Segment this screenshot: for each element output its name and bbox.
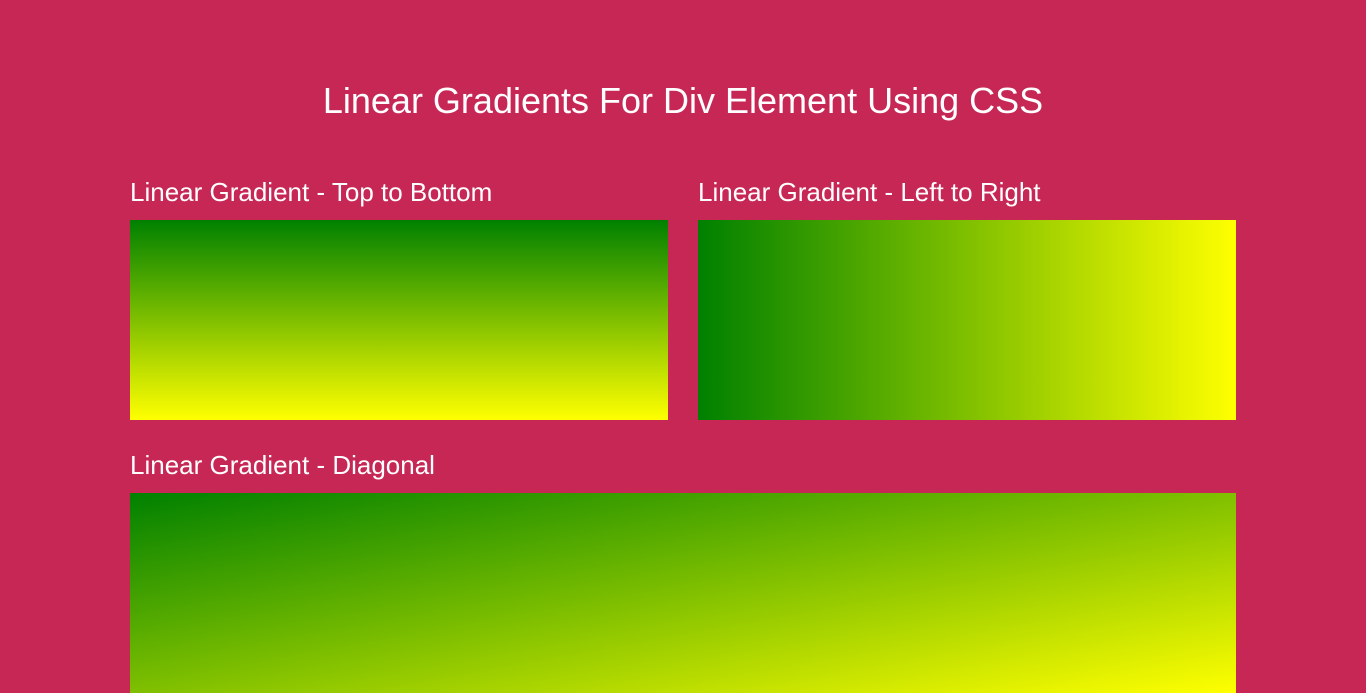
gradient-box-top-bottom	[130, 220, 668, 420]
gradient-box-diagonal	[130, 493, 1236, 693]
card-diagonal: Linear Gradient - Diagonal	[130, 450, 1236, 693]
page-title: Linear Gradients For Div Element Using C…	[130, 0, 1236, 177]
row-top: Linear Gradient - Top to Bottom Linear G…	[130, 177, 1236, 420]
gradient-box-left-right	[698, 220, 1236, 420]
card-left-right: Linear Gradient - Left to Right	[698, 177, 1236, 420]
card-top-bottom: Linear Gradient - Top to Bottom	[130, 177, 668, 420]
card-title-top-bottom: Linear Gradient - Top to Bottom	[130, 177, 668, 208]
card-title-diagonal: Linear Gradient - Diagonal	[130, 450, 1236, 481]
page-container: Linear Gradients For Div Element Using C…	[0, 0, 1366, 693]
card-title-left-right: Linear Gradient - Left to Right	[698, 177, 1236, 208]
